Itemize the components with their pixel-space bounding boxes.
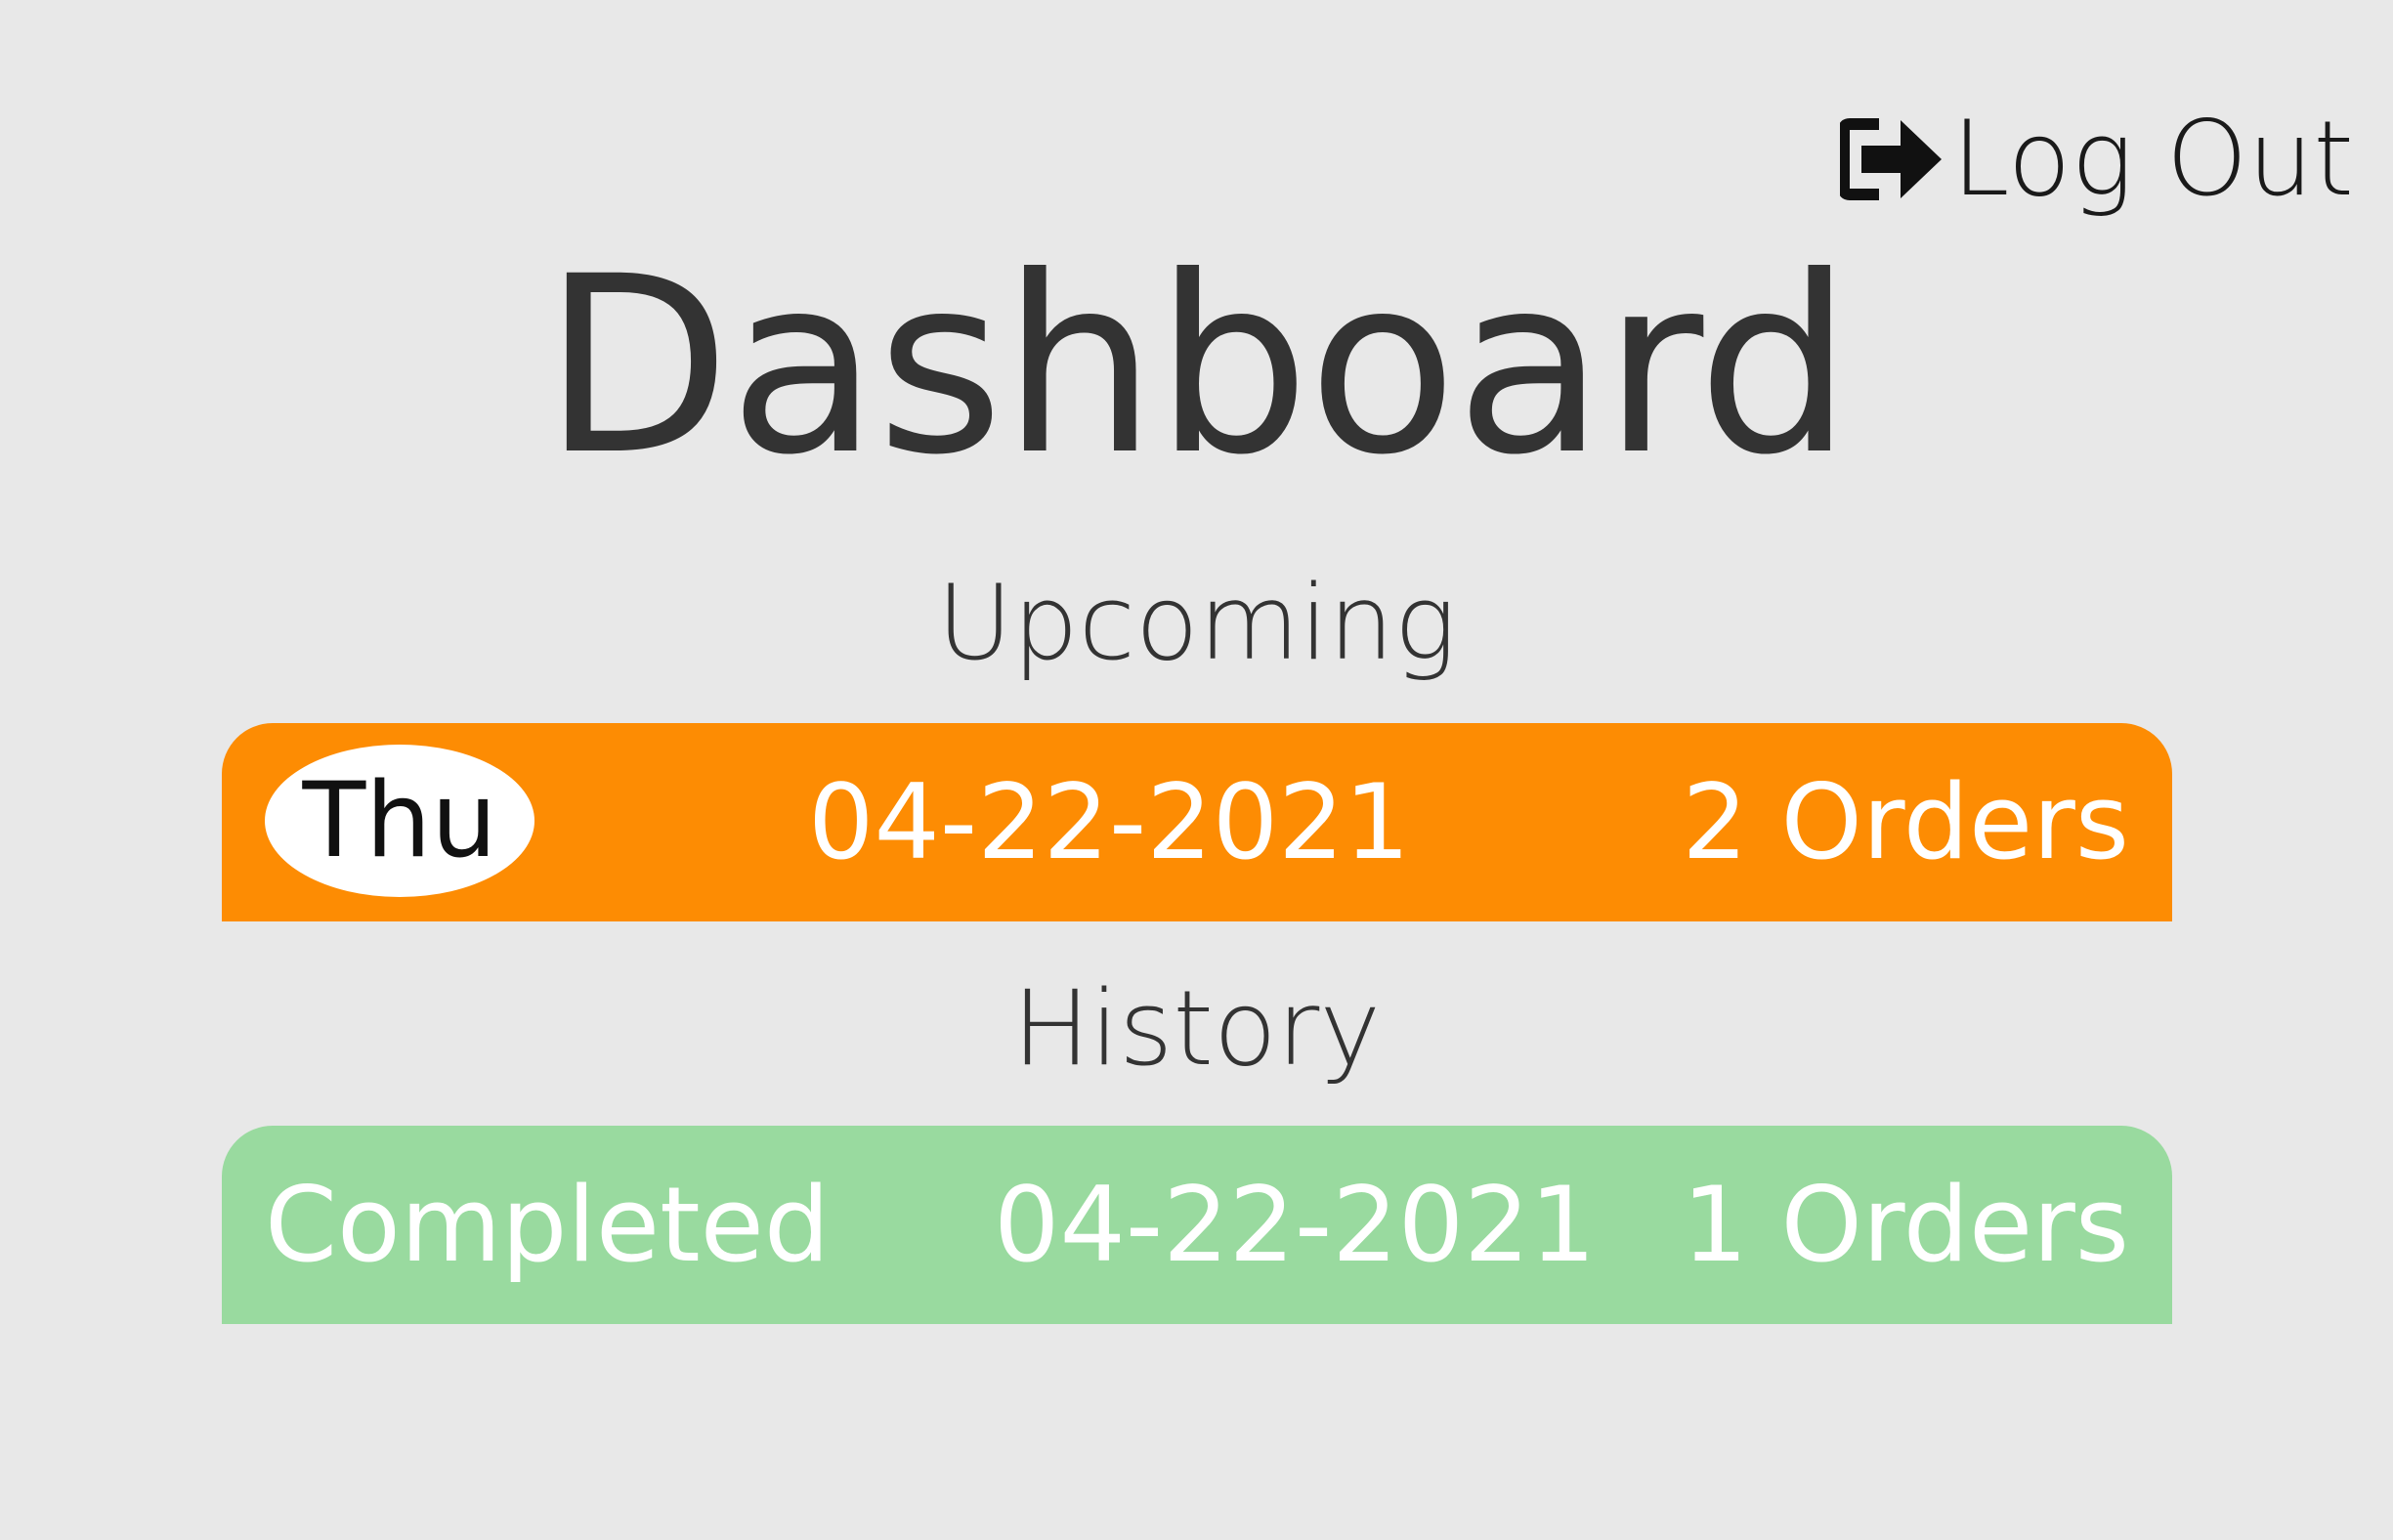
upcoming-order-row[interactable]: Thu 04-22-2021 2 Orders [222,723,2172,921]
upcoming-heading: Upcoming [936,563,1457,683]
history-status: Completed [265,1164,831,1285]
sign-out-icon [1840,116,1945,202]
page-title: Dashboard [542,224,1852,508]
history-order-row[interactable]: Completed 04-22-2021 1 Orders [222,1126,2172,1324]
history-heading: History [1011,968,1382,1089]
logout-label: Log Out [1951,99,2354,219]
history-date: 04-22-2021 [994,1164,1597,1285]
logout-button[interactable]: Log Out [1840,107,2354,211]
upcoming-order-count: 2 Orders [1682,761,2129,882]
history-order-count: 1 Orders [1682,1164,2129,1285]
day-badge: Thu [265,745,534,897]
upcoming-date: 04-22-2021 [808,761,1411,882]
